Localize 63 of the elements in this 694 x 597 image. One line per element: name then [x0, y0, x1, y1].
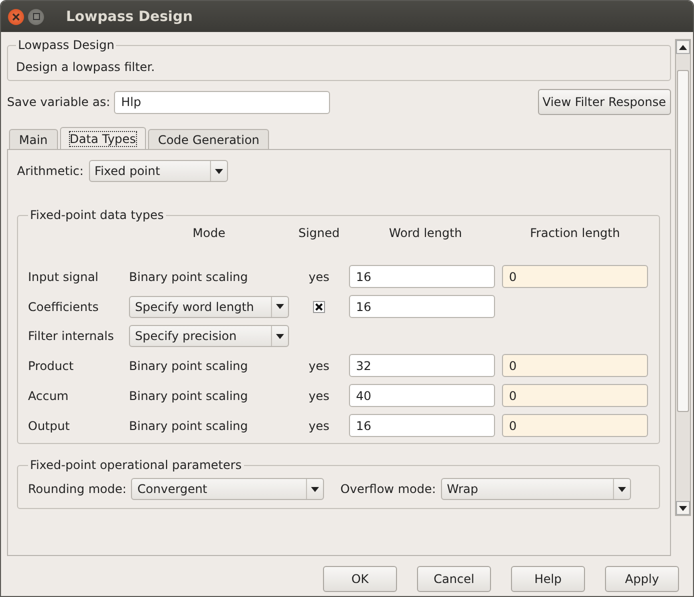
column-header: Word length — [389, 226, 462, 240]
column-header: Signed — [298, 226, 340, 240]
maximize-button[interactable] — [28, 8, 44, 24]
group-title: Fixed-point data types — [29, 208, 165, 222]
tab[interactable]: Code Generation — [148, 129, 270, 149]
signed-checkbox[interactable] — [313, 300, 325, 312]
tab[interactable]: Main — [9, 129, 58, 149]
row-label: Input signal — [28, 270, 100, 284]
fraction-length-field[interactable]: 0 — [502, 414, 648, 437]
row-label: Product — [28, 358, 75, 372]
signed-text: yes — [308, 270, 330, 284]
mode-text: Binary point scaling — [129, 358, 249, 372]
word-length-field[interactable]: 32 — [349, 354, 495, 377]
scroll-up-icon[interactable] — [679, 44, 687, 50]
word-length-field[interactable]: 40 — [349, 384, 495, 407]
column-header: Mode — [192, 226, 226, 240]
fraction-length-field[interactable]: 0 — [502, 384, 648, 407]
column-header: Fraction length — [530, 226, 620, 240]
word-length-field[interactable]: 16 — [349, 265, 495, 288]
mode-text: Binary point scaling — [129, 418, 249, 432]
mode-dropdown[interactable]: Specify word length — [129, 296, 289, 318]
group-title: Lowpass Design — [17, 38, 116, 52]
caret-icon — [311, 486, 320, 492]
arithmetic-dropdown[interactable]: Fixed point — [88, 160, 228, 182]
group-title: Fixed-point operational parameters — [29, 458, 243, 472]
caret-icon — [276, 304, 284, 309]
mode-text: Binary point scaling — [129, 270, 249, 284]
close-icon — [12, 12, 20, 20]
row-label: Output — [28, 418, 71, 432]
word-length-field[interactable]: 16 — [349, 414, 495, 437]
save-label: Save variable as: — [7, 95, 110, 109]
signed-text: yes — [308, 418, 330, 432]
scrollbar[interactable] — [675, 39, 691, 516]
word-length-field[interactable]: 16 — [349, 295, 495, 318]
dialog-button[interactable]: Apply — [605, 566, 679, 592]
caret-icon — [276, 334, 284, 338]
rounding-label: Rounding mode: — [28, 482, 126, 496]
dialog-button[interactable]: Help — [511, 566, 585, 592]
window-title: Lowpass Design — [66, 8, 193, 24]
signed-text: yes — [308, 358, 330, 372]
signed-text: yes — [308, 388, 330, 402]
maximize-icon — [32, 13, 40, 20]
rounding-dropdown[interactable]: Convergent — [131, 478, 324, 500]
dialog-button[interactable]: Cancel — [417, 566, 491, 592]
close-button[interactable] — [8, 8, 24, 24]
caret-icon — [618, 486, 626, 492]
overflow-label: Overflow mode: — [340, 482, 436, 496]
mode-text: Binary point scaling — [129, 388, 249, 402]
dialog-button[interactable]: OK — [323, 566, 397, 592]
description-text: Design a lowpass filter. — [16, 60, 156, 74]
tab[interactable]: Data Types — [60, 127, 146, 149]
variable-name-field[interactable]: Hlp — [114, 90, 330, 114]
row-label: Filter internals — [28, 329, 115, 343]
row-label: Accum — [28, 388, 70, 402]
caret-icon — [214, 168, 223, 174]
overflow-dropdown[interactable]: Wrap — [440, 478, 631, 500]
view-response-button[interactable]: View Filter Response — [538, 89, 671, 115]
scroll-down-icon[interactable] — [679, 506, 687, 510]
fraction-length-field[interactable]: 0 — [502, 265, 648, 288]
arithmetic-label: Arithmetic: — [17, 164, 84, 178]
fraction-length-field[interactable]: 0 — [502, 354, 648, 377]
row-label: Coefficients — [28, 300, 100, 314]
mode-dropdown[interactable]: Specify precision — [129, 325, 289, 347]
